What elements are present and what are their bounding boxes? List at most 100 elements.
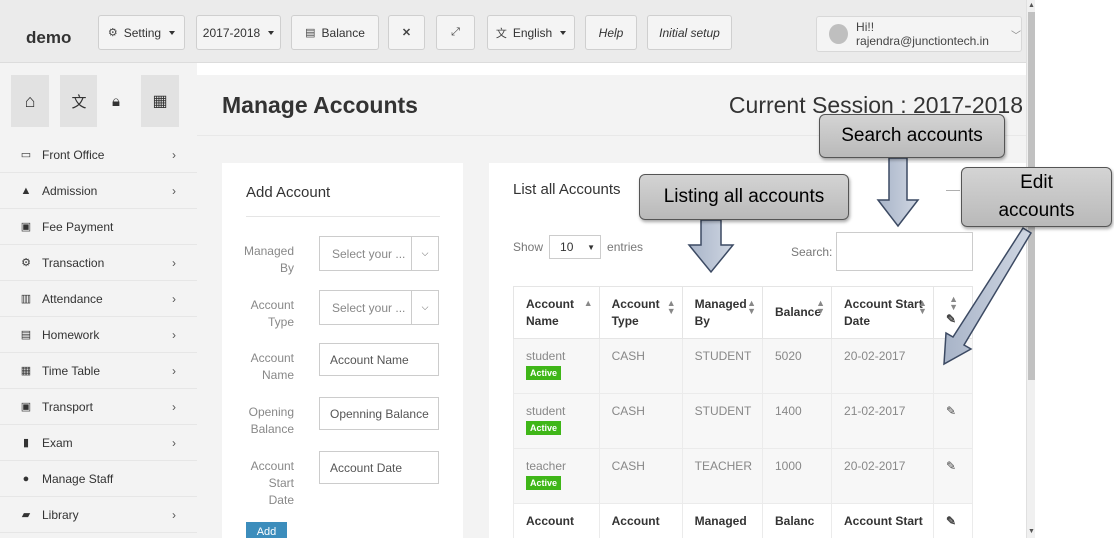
sidebar-item-front-office[interactable]: ▭ Front Office › bbox=[0, 137, 197, 173]
scroll-down-icon[interactable]: ▼ bbox=[1028, 528, 1035, 535]
document-icon: ▤ bbox=[20, 329, 32, 341]
sidebar-item-transaction[interactable]: ⚙ Transaction › bbox=[0, 245, 197, 281]
sidebar-item-admission[interactable]: ▲ Admission › bbox=[0, 173, 197, 209]
sort-asc-icon: ▲ bbox=[583, 298, 593, 308]
chevron-right-icon: › bbox=[172, 147, 176, 162]
column-header-account-name[interactable]: Account Name ▲ bbox=[513, 286, 600, 339]
chevron-down-icon: ⌵ bbox=[411, 291, 438, 324]
money-icon: ▣ bbox=[20, 221, 32, 233]
initial-setup-button[interactable]: Initial setup bbox=[647, 15, 732, 50]
sort-icon: ▲ ▼ bbox=[918, 298, 927, 316]
sidebar-item-attendance[interactable]: ▥ Attendance › bbox=[0, 281, 197, 317]
chevron-right-icon: › bbox=[172, 507, 176, 522]
edit-icon: ✎ bbox=[945, 514, 957, 528]
top-navbar: demo ⚙ Setting 2017-2018 ▤ Balance ✕ ⤢ 文… bbox=[0, 0, 1026, 63]
cell-balance: 5020 bbox=[761, 338, 833, 394]
chevron-down-icon: ⌵ bbox=[411, 237, 438, 270]
chevron-right-icon: › bbox=[172, 291, 176, 306]
opening-balance-input[interactable]: Openning Balance bbox=[319, 397, 439, 430]
page-length-select[interactable]: 10 ▼ bbox=[549, 235, 602, 259]
session-dropdown[interactable]: 2017-2018 bbox=[196, 15, 281, 50]
sidebar-item-manage-staff[interactable]: ● Manage Staff bbox=[0, 461, 197, 497]
cell-account-type: CASH bbox=[598, 448, 683, 504]
table-row: teacher Active CASH TEACHER 1000 20-02-20… bbox=[513, 448, 974, 504]
add-account-panel: Add Account Managed By Select your ... ⌵… bbox=[222, 163, 463, 538]
cell-managed-by: TEACHER bbox=[681, 448, 763, 504]
home-button[interactable]: ⌂ bbox=[11, 75, 49, 127]
sort-icon: ▲ ▼ bbox=[949, 294, 958, 312]
edit-icon[interactable]: ✎ bbox=[946, 349, 956, 363]
sidebar-item-transport[interactable]: ▣ Transport › bbox=[0, 389, 197, 425]
collapse-icon[interactable]: — bbox=[946, 181, 960, 197]
sidebar-item-time-table[interactable]: ▦ Time Table › bbox=[0, 353, 197, 389]
caret-down-icon: ▼ bbox=[587, 242, 596, 252]
edit-icon[interactable]: ✎ bbox=[946, 459, 956, 473]
accounts-table: Account Name ▲ Account Type ▲ ▼ Managed By ▲… bbox=[513, 286, 974, 538]
column-header-account-start-date[interactable]: Account Start Date ▲ ▼ bbox=[831, 286, 934, 339]
chevron-right-icon: › bbox=[172, 183, 176, 198]
footer-managed-by: Managed bbox=[681, 503, 763, 538]
chevron-right-icon: › bbox=[172, 399, 176, 414]
help-button[interactable]: Help bbox=[585, 15, 637, 50]
lock-icon: 🔒︎ bbox=[112, 92, 120, 110]
bar-chart-icon: ▥ bbox=[20, 293, 32, 305]
cog-icon: ⚙ bbox=[21, 257, 31, 269]
chevron-right-icon: › bbox=[172, 327, 176, 342]
fullscreen-button[interactable]: ✕ bbox=[388, 15, 425, 50]
book-icon: ▰ bbox=[21, 509, 31, 521]
column-header-edit[interactable]: ▲ ▼ ✎ bbox=[932, 286, 974, 339]
search-label: Search: bbox=[791, 245, 833, 259]
language-dropdown[interactable]: 文 English bbox=[487, 15, 575, 50]
cell-account-name: student Active bbox=[513, 393, 600, 449]
add-account-button[interactable]: Add bbox=[246, 522, 287, 538]
monitor-icon: ▭ bbox=[20, 149, 32, 161]
cell-balance: 1400 bbox=[761, 393, 833, 449]
account-type-label: Account Type bbox=[250, 298, 294, 329]
sidebar-item-exam[interactable]: ▮ Exam › bbox=[0, 425, 197, 461]
avatar bbox=[829, 24, 849, 44]
sidebar-item-homework[interactable]: ▤ Homework › bbox=[0, 317, 197, 353]
add-account-title: Add Account bbox=[246, 184, 331, 201]
sidebar-item-library[interactable]: ▰ Library › bbox=[0, 497, 197, 533]
expand-icon: ⤢ bbox=[451, 26, 460, 38]
footer-start-date: Account Start bbox=[831, 503, 934, 538]
translate-button[interactable]: 文 bbox=[60, 75, 98, 127]
table-footer-row: Account Account Managed Balanc Account S… bbox=[513, 503, 974, 538]
vertical-scrollbar[interactable]: ▲ ▼ bbox=[1026, 0, 1035, 538]
database-icon: ▤ bbox=[305, 27, 316, 39]
balance-button[interactable]: ▤ Balance bbox=[291, 15, 379, 50]
footer-account-type: Account bbox=[598, 503, 683, 538]
user-menu[interactable]: Hi!! rajendra@junctiontech.in ﹀ bbox=[816, 16, 1022, 52]
edit-icon[interactable]: ✎ bbox=[946, 404, 956, 418]
account-name-input[interactable]: Account Name bbox=[319, 343, 439, 376]
search-input[interactable] bbox=[836, 232, 973, 271]
calendar-button[interactable]: ▦ bbox=[141, 75, 179, 127]
sidebar-item-fee-payment[interactable]: ▣ Fee Payment bbox=[0, 209, 197, 245]
cell-edit: ✎ bbox=[932, 338, 974, 394]
column-header-balance[interactable]: Balance ▲ ▼ bbox=[761, 286, 833, 339]
cell-balance: 1000 bbox=[761, 448, 833, 504]
table-row: student Active CASH STUDENT 1400 21-02-20… bbox=[513, 393, 974, 449]
cell-start-date: 20-02-2017 bbox=[831, 338, 934, 394]
brand-logo[interactable]: demo bbox=[26, 28, 71, 48]
cell-account-name: teacher Active bbox=[513, 448, 600, 504]
cell-account-type: CASH bbox=[598, 338, 683, 394]
lock-button[interactable]: 🔒︎ bbox=[97, 75, 135, 127]
compress-icon: ✕ bbox=[401, 27, 412, 39]
bus-icon: ▣ bbox=[20, 401, 32, 413]
account-name-label: Account Name bbox=[250, 351, 294, 382]
expand-button[interactable]: ⤢ bbox=[436, 15, 475, 50]
footer-edit: ✎ bbox=[932, 503, 974, 538]
managed-by-label: Managed By bbox=[243, 244, 294, 275]
account-start-date-input[interactable]: Account Date bbox=[319, 451, 439, 484]
column-header-account-type[interactable]: Account Type ▲ ▼ bbox=[598, 286, 683, 339]
managed-by-select[interactable]: Select your ... ⌵ bbox=[319, 236, 439, 271]
graduation-cap-icon: ▲ bbox=[20, 184, 32, 197]
account-type-select[interactable]: Select your ... ⌵ bbox=[319, 290, 439, 325]
caret-down-icon bbox=[169, 30, 176, 35]
calendar-icon: ▦ bbox=[152, 93, 168, 110]
setting-dropdown[interactable]: ⚙ Setting bbox=[98, 15, 185, 50]
column-header-managed-by[interactable]: Managed By ▲ ▼ bbox=[681, 286, 763, 339]
footer-balance: Balanc bbox=[761, 503, 833, 538]
scroll-up-icon[interactable]: ▲ bbox=[1028, 2, 1035, 9]
